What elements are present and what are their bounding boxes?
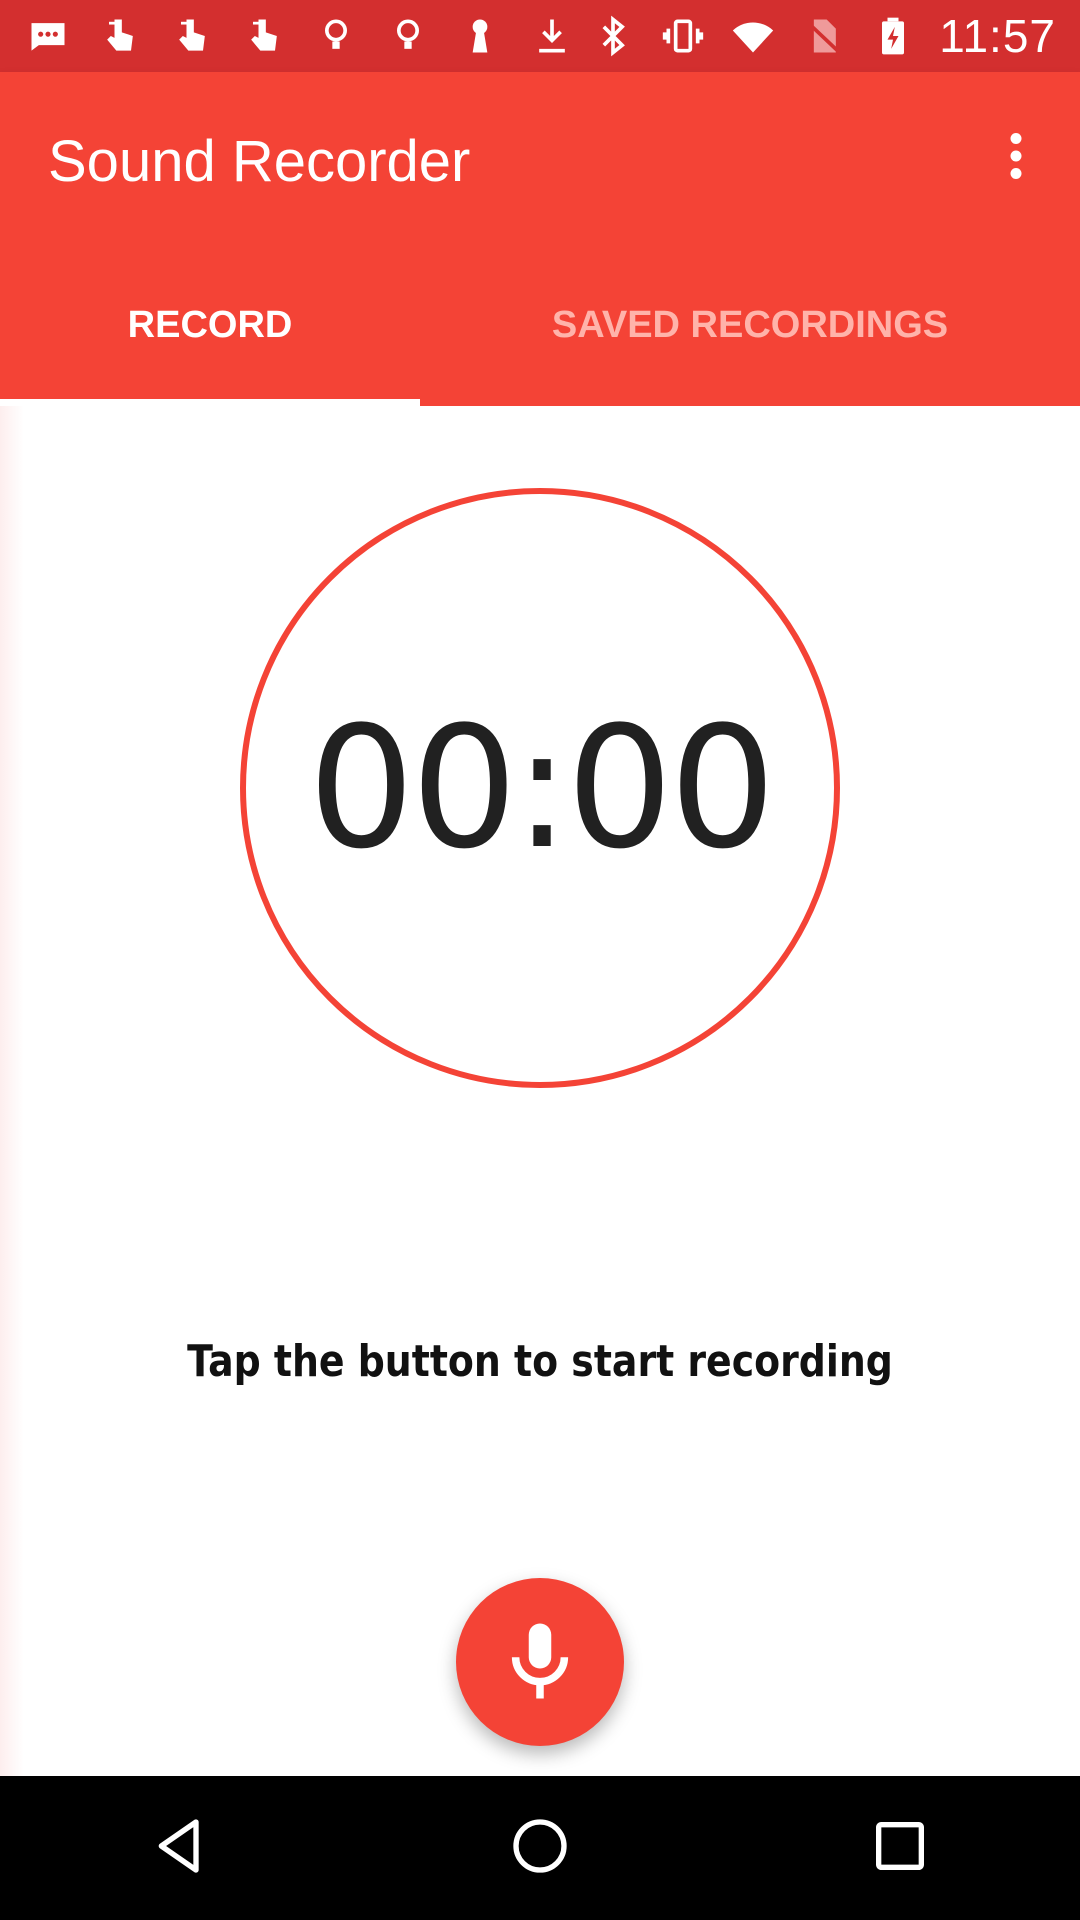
- recording-hint: Tap the button to start recording: [187, 1336, 893, 1387]
- notification-icons: [24, 12, 576, 60]
- bluetooth-icon: [589, 12, 637, 60]
- microphone-icon: [495, 1616, 585, 1709]
- navigation-bar: [0, 1776, 1080, 1920]
- app-bar: Sound Recorder RECORD SAVED RECORDINGS: [0, 72, 1080, 406]
- download-icon: [528, 12, 576, 60]
- tab-saved-recordings-label: SAVED RECORDINGS: [551, 303, 949, 346]
- tab-record-label: RECORD: [127, 303, 293, 346]
- no-sim-icon: [799, 12, 847, 60]
- edge-shadow: [0, 406, 24, 1776]
- battery-charging-icon: [869, 12, 917, 60]
- more-vert-icon: [986, 126, 1046, 191]
- recording-timer: 00:00: [307, 690, 776, 886]
- back-icon: [148, 1814, 212, 1883]
- home-icon: [508, 1814, 572, 1883]
- app-title: Sound Recorder: [48, 129, 471, 194]
- tab-record[interactable]: RECORD: [0, 256, 420, 406]
- bulb-icon: [312, 12, 360, 60]
- back-button[interactable]: [132, 1800, 228, 1896]
- recents-icon: [868, 1814, 932, 1883]
- keyhole-icon: [456, 12, 504, 60]
- tab-bar: RECORD SAVED RECORDINGS: [0, 256, 1080, 406]
- more-options-button[interactable]: [980, 122, 1052, 194]
- touch-icon: [168, 12, 216, 60]
- system-icons: 11:57: [589, 9, 1056, 63]
- tab-saved-recordings[interactable]: SAVED RECORDINGS: [420, 256, 1080, 406]
- recents-button[interactable]: [852, 1800, 948, 1896]
- message-icon: [24, 12, 72, 60]
- status-bar: 11:57: [0, 0, 1080, 72]
- touch-icon: [240, 12, 288, 60]
- record-page: 00:00 Tap the button to start recording: [0, 406, 1080, 1776]
- timer-ring: 00:00: [240, 488, 840, 1088]
- wifi-icon: [729, 12, 777, 60]
- tab-indicator: [0, 399, 420, 406]
- touch-icon: [96, 12, 144, 60]
- vibrate-icon: [659, 12, 707, 60]
- clock: 11:57: [939, 10, 1056, 62]
- record-button[interactable]: [456, 1578, 624, 1746]
- home-button[interactable]: [492, 1800, 588, 1896]
- bulb-icon: [384, 12, 432, 60]
